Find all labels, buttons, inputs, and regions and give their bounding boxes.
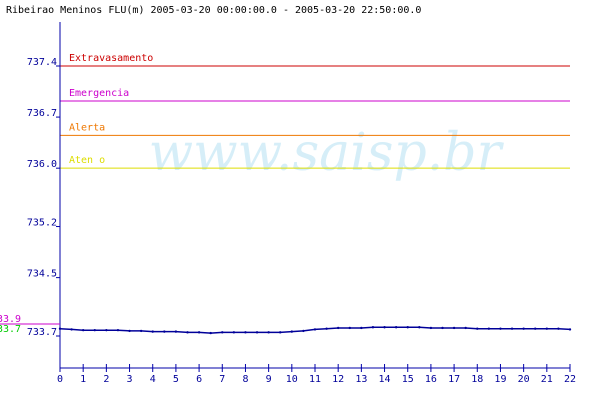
x-tick-label: 1 [80,374,86,385]
series-point [348,326,351,330]
y-tick-label: 733.7 [27,327,57,338]
series-point [418,326,421,329]
series-point [58,327,62,330]
series-point [568,328,572,331]
series-point [557,327,560,330]
series-point [267,331,270,334]
series-point [510,327,514,330]
threshold-label: Aten o [69,155,105,166]
threshold-label: Emergencia [69,88,129,99]
series-point [186,331,189,334]
x-tick-label: 17 [448,374,460,385]
x-tick-label: 5 [173,374,179,385]
series-point [232,331,236,334]
y-tick-label: 734.5 [27,269,57,280]
series-point [174,330,178,333]
series-point [476,327,479,330]
y-tick-label: 735.2 [27,218,57,229]
chart-title: Ribeirao Meninos FLU(m) 2005-03-20 00:00… [6,5,421,16]
x-tick-label: 3 [127,374,133,385]
x-tick-label: 19 [494,374,506,385]
series-point [279,331,282,334]
x-tick-label: 9 [266,374,272,385]
series-point [487,327,491,330]
series-point [197,331,201,334]
series-point [522,327,525,330]
series-point [139,329,143,333]
x-tick-label: 20 [518,374,530,385]
series-point [452,326,456,330]
series-point [429,326,433,330]
series-point [70,328,73,331]
y-tick-label: 736.7 [27,108,57,119]
x-tick-label: 18 [471,374,483,385]
x-tick-label: 15 [402,374,414,385]
series-point [255,331,259,334]
y-tick-label: 737.4 [27,57,57,68]
series-point [313,328,317,331]
x-tick-label: 6 [196,374,202,385]
series-point [534,327,537,330]
series-point [151,330,154,333]
x-tick-label: 10 [286,374,298,385]
series-point [244,331,247,334]
series-point [336,326,340,330]
watermark: www.saisp.br [149,123,505,183]
series-point [128,329,131,333]
series-point [302,329,305,333]
series-point [371,326,375,329]
x-tick-label: 21 [541,374,553,385]
series-point [209,331,212,335]
threshold-label: Extravasamento [69,53,153,64]
chart-svg: Ribeirao Meninos FLU(m) 2005-03-20 00:00… [0,5,576,385]
x-tick-label: 8 [242,374,248,385]
series-point [116,328,120,332]
series-point [81,328,85,332]
series-point [441,326,444,330]
series-point [464,326,467,330]
threshold-label: Alerta [69,122,105,133]
series-point [221,331,224,334]
x-tick-label: 12 [332,374,344,385]
y-tick-label: 736.0 [27,159,57,170]
series-point [394,326,398,329]
x-tick-label: 2 [103,374,109,385]
series-point [93,328,96,332]
x-tick-label: 0 [57,374,63,385]
series-point [290,330,294,333]
series-point [105,328,108,332]
x-tick-label: 11 [309,374,321,385]
x-tick-label: 16 [425,374,437,385]
chart: Ribeirao Meninos FLU(m) 2005-03-20 00:00… [0,0,600,400]
series-point [360,326,363,330]
series-point [163,330,166,333]
x-tick-label: 7 [219,374,225,385]
x-tick-label: 4 [150,374,156,385]
series-point [383,326,386,329]
series-point [325,327,328,330]
x-tick-label: 22 [564,374,576,385]
series-point [545,327,549,330]
series-point [406,326,409,329]
left-marker-label: 33.7 [0,324,21,335]
x-tick-label: 14 [379,374,391,385]
x-tick-label: 13 [355,374,367,385]
series-point [499,327,502,330]
